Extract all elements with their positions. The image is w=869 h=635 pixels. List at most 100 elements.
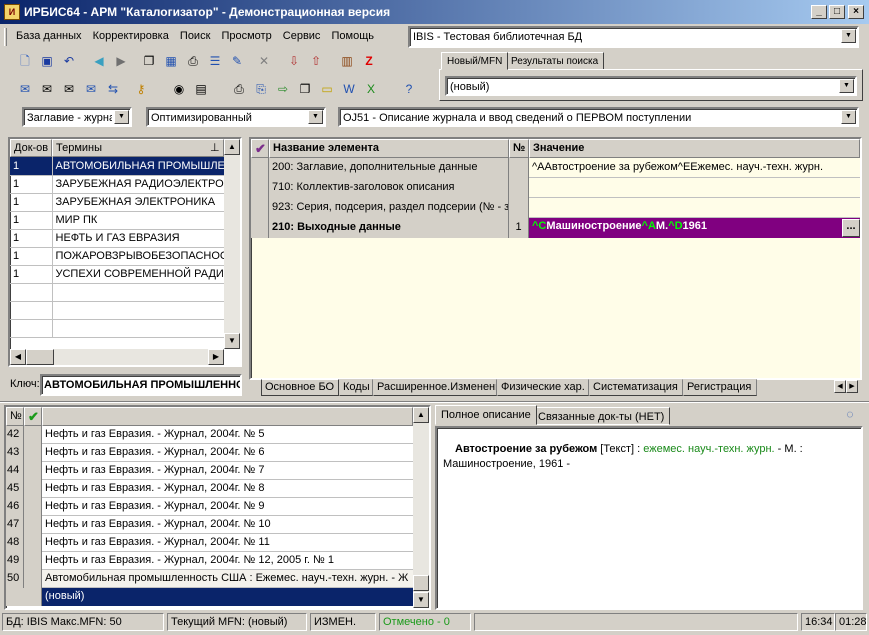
title-bar[interactable]: И ИРБИС64 - АРМ "Каталогизатор" - Демонс… <box>0 0 869 24</box>
list-icon[interactable]: ☰ <box>206 52 224 70</box>
tabs-left-icon[interactable]: ◀ <box>834 380 846 393</box>
print-preview-icon[interactable]: ⎘ <box>252 80 270 98</box>
worksheet-select[interactable]: OJ51 - Описание журнала и ввод сведений … <box>338 107 859 127</box>
check-icon[interactable]: ✔ <box>251 139 269 158</box>
delete-icon[interactable]: ✕ <box>255 52 273 70</box>
record-row[interactable]: 46 Нефть и газ Евразия. - Журнал, 2004г. … <box>6 498 413 516</box>
col-element-name[interactable]: Название элемента <box>269 139 509 158</box>
chevron-down-icon[interactable]: ▼ <box>841 29 856 43</box>
table-icon[interactable]: ▦ <box>162 52 180 70</box>
col-occurrence[interactable]: № <box>509 139 529 158</box>
dictionary-vscroll[interactable]: ▲ ▼ <box>224 139 240 349</box>
tab-worksheet-5[interactable]: Регистрация <box>683 379 757 396</box>
minimize-button[interactable]: _ <box>811 5 827 19</box>
value-cell[interactable] <box>529 178 860 198</box>
records-vscroll[interactable]: ▲ ▼ <box>413 407 429 608</box>
mfn-select[interactable]: (новый) ▼ <box>445 76 857 96</box>
copy-icon[interactable]: ❐ <box>296 80 314 98</box>
tab-worksheet-2[interactable]: Расширенное.Изменения <box>373 379 497 396</box>
export-icon[interactable]: ⇧ <box>307 52 325 70</box>
scroll-thumb[interactable] <box>413 575 429 591</box>
dictionary-row[interactable]: 1УСПЕХИ СОВРЕМЕННОЙ РАДИОЭЛЕКТРОНИКИ <box>10 265 225 284</box>
save-icon[interactable]: ▣ <box>38 52 56 70</box>
chevron-down-icon[interactable]: ▼ <box>839 79 854 93</box>
menu-help[interactable]: Помощь <box>328 27 379 45</box>
folder-icon[interactable]: ▤ <box>192 80 210 98</box>
pin-icon[interactable]: ⊥ <box>210 141 220 154</box>
value-cell[interactable]: ^CМашиностроение^AМ.^D1961... <box>529 218 860 238</box>
barcode-icon[interactable]: ▥ <box>338 52 356 70</box>
records-grid[interactable]: № ✔ 42 Нефть и газ Евразия. - Журнал, 200… <box>4 405 431 610</box>
col-record-num[interactable]: № <box>6 407 24 426</box>
dictionary-row[interactable] <box>10 301 225 320</box>
chevron-down-icon[interactable]: ▼ <box>114 110 129 124</box>
record-mark-cell[interactable] <box>24 534 42 552</box>
dictionary-grid[interactable]: Док-ов Термины ⊥ 1АВТОМОБИЛЬНАЯ ПРОМЫШЛЕ… <box>8 137 242 367</box>
record-row[interactable]: 49 Нефть и газ Евразия. - Журнал, 2004г. … <box>6 552 413 570</box>
check-icon[interactable]: ✔ <box>24 407 42 426</box>
menu-view[interactable]: Просмотр <box>217 27 275 45</box>
help-book-icon[interactable]: ? <box>400 80 418 98</box>
comment-icon[interactable]: ✉ <box>16 80 34 98</box>
dictionary-select[interactable]: Заглавие - журна ▼ <box>22 107 132 127</box>
row-indicator[interactable] <box>251 198 269 218</box>
record-row[interactable]: 42 Нефть и газ Евразия. - Журнал, 2004г. … <box>6 426 413 444</box>
record-row[interactable]: 48 Нефть и газ Евразия. - Журнал, 2004г. … <box>6 534 413 552</box>
menu-service[interactable]: Сервис <box>279 27 325 45</box>
z3950-icon[interactable]: Z <box>360 52 378 70</box>
tab-full-description[interactable]: Полное описание <box>435 405 537 425</box>
open-folder-icon[interactable]: ▭ <box>318 80 336 98</box>
dictionary-row[interactable]: 1 ЗАРУБЕЖНАЯ ЭЛЕКТРОНИКА <box>10 193 225 212</box>
scroll-down-icon[interactable]: ▼ <box>224 333 240 349</box>
record-row[interactable]: 44 Нефть и газ Евразия. - Журнал, 2004г. … <box>6 462 413 480</box>
key-icon[interactable]: ⚷ <box>132 80 150 98</box>
excel-icon[interactable]: X <box>362 80 380 98</box>
mail-icon[interactable]: ✉ <box>60 80 78 98</box>
record-row[interactable]: 47 Нефть и газ Евразия. - Журнал, 2004г. … <box>6 516 413 534</box>
ellipsis-button[interactable]: ... <box>842 219 860 237</box>
database-select[interactable]: IBIS - Тестовая библиотечная БД ▼ <box>408 26 859 48</box>
dictionary-row[interactable] <box>10 283 225 302</box>
record-mark-cell[interactable] <box>24 444 42 462</box>
dictionary-row[interactable]: 1АВТОМОБИЛЬНАЯ ПРОМЫШЛЕННОСТЬ <box>10 157 225 176</box>
value-cell[interactable]: ^AАвтостроение за рубежом^EЕжемес. науч.… <box>529 158 860 178</box>
row-indicator[interactable] <box>251 158 269 178</box>
dictionary-hscroll[interactable]: ◀ ▶ <box>10 349 224 365</box>
comment-edit-icon[interactable]: ✉ <box>38 80 56 98</box>
new-record-icon[interactable]: 🗋 <box>16 52 34 70</box>
dictionary-row[interactable] <box>10 319 225 338</box>
row-indicator[interactable] <box>251 218 269 238</box>
dictionary-row[interactable]: 1 ПОЖАРОВЗРЫВОБЕЗОПАСНОСТЬ <box>10 247 225 266</box>
arrow-left-icon[interactable]: ◀ <box>90 52 108 70</box>
refresh-icon[interactable]: ◌ <box>841 407 859 425</box>
scroll-up-icon[interactable]: ▲ <box>413 407 429 423</box>
record-mark-cell[interactable] <box>24 480 42 498</box>
edit-icon[interactable]: ✎ <box>228 52 246 70</box>
col-value[interactable]: Значение <box>529 139 860 158</box>
tab-worksheet-0[interactable]: Основное БО <box>261 379 339 396</box>
key-input[interactable]: АВТОМОБИЛЬНАЯ ПРОМЫШЛЕННОСТЬ <box>40 374 242 396</box>
menu-edit[interactable]: Корректировка <box>89 27 173 45</box>
record-mark-cell[interactable] <box>24 426 42 444</box>
maximize-button[interactable]: □ <box>829 5 845 19</box>
worksheet-row[interactable]: 710: Коллектив-заголовок описания <box>251 178 860 198</box>
irbis-app-icon[interactable]: И <box>4 4 20 20</box>
record-row[interactable]: 50 Автомобильная промышленность США : Еже… <box>6 570 413 588</box>
scroll-left-icon[interactable]: ◀ <box>10 349 26 365</box>
tab-search-results[interactable]: Результаты поиска <box>505 52 605 70</box>
tab-linked-docs[interactable]: Связанные док-ты (НЕТ) <box>532 407 671 425</box>
scroll-down-icon[interactable]: ▼ <box>413 592 429 608</box>
word-icon[interactable]: W <box>340 80 358 98</box>
tab-worksheet-1[interactable]: Коды <box>339 379 373 396</box>
message-icon[interactable]: ✉ <box>82 80 100 98</box>
tab-new-mfn[interactable]: Новый/MFN <box>441 52 509 70</box>
worksheet-grid[interactable]: ✔ Название элемента № Значение 200: Загл… <box>249 137 862 380</box>
record-row[interactable]: 45 Нефть и газ Евразия. - Журнал, 2004г. … <box>6 480 413 498</box>
record-mark-cell[interactable] <box>24 552 42 570</box>
close-button[interactable]: × <box>848 5 864 19</box>
menu-database[interactable]: База данных <box>12 27 86 45</box>
dictionary-row[interactable]: 1 НЕФТЬ И ГАЗ ЕВРАЗИЯ <box>10 229 225 248</box>
scroll-right-icon[interactable]: ▶ <box>208 349 224 365</box>
export-doc-icon[interactable]: ⇨ <box>274 80 292 98</box>
row-indicator[interactable] <box>251 178 269 198</box>
